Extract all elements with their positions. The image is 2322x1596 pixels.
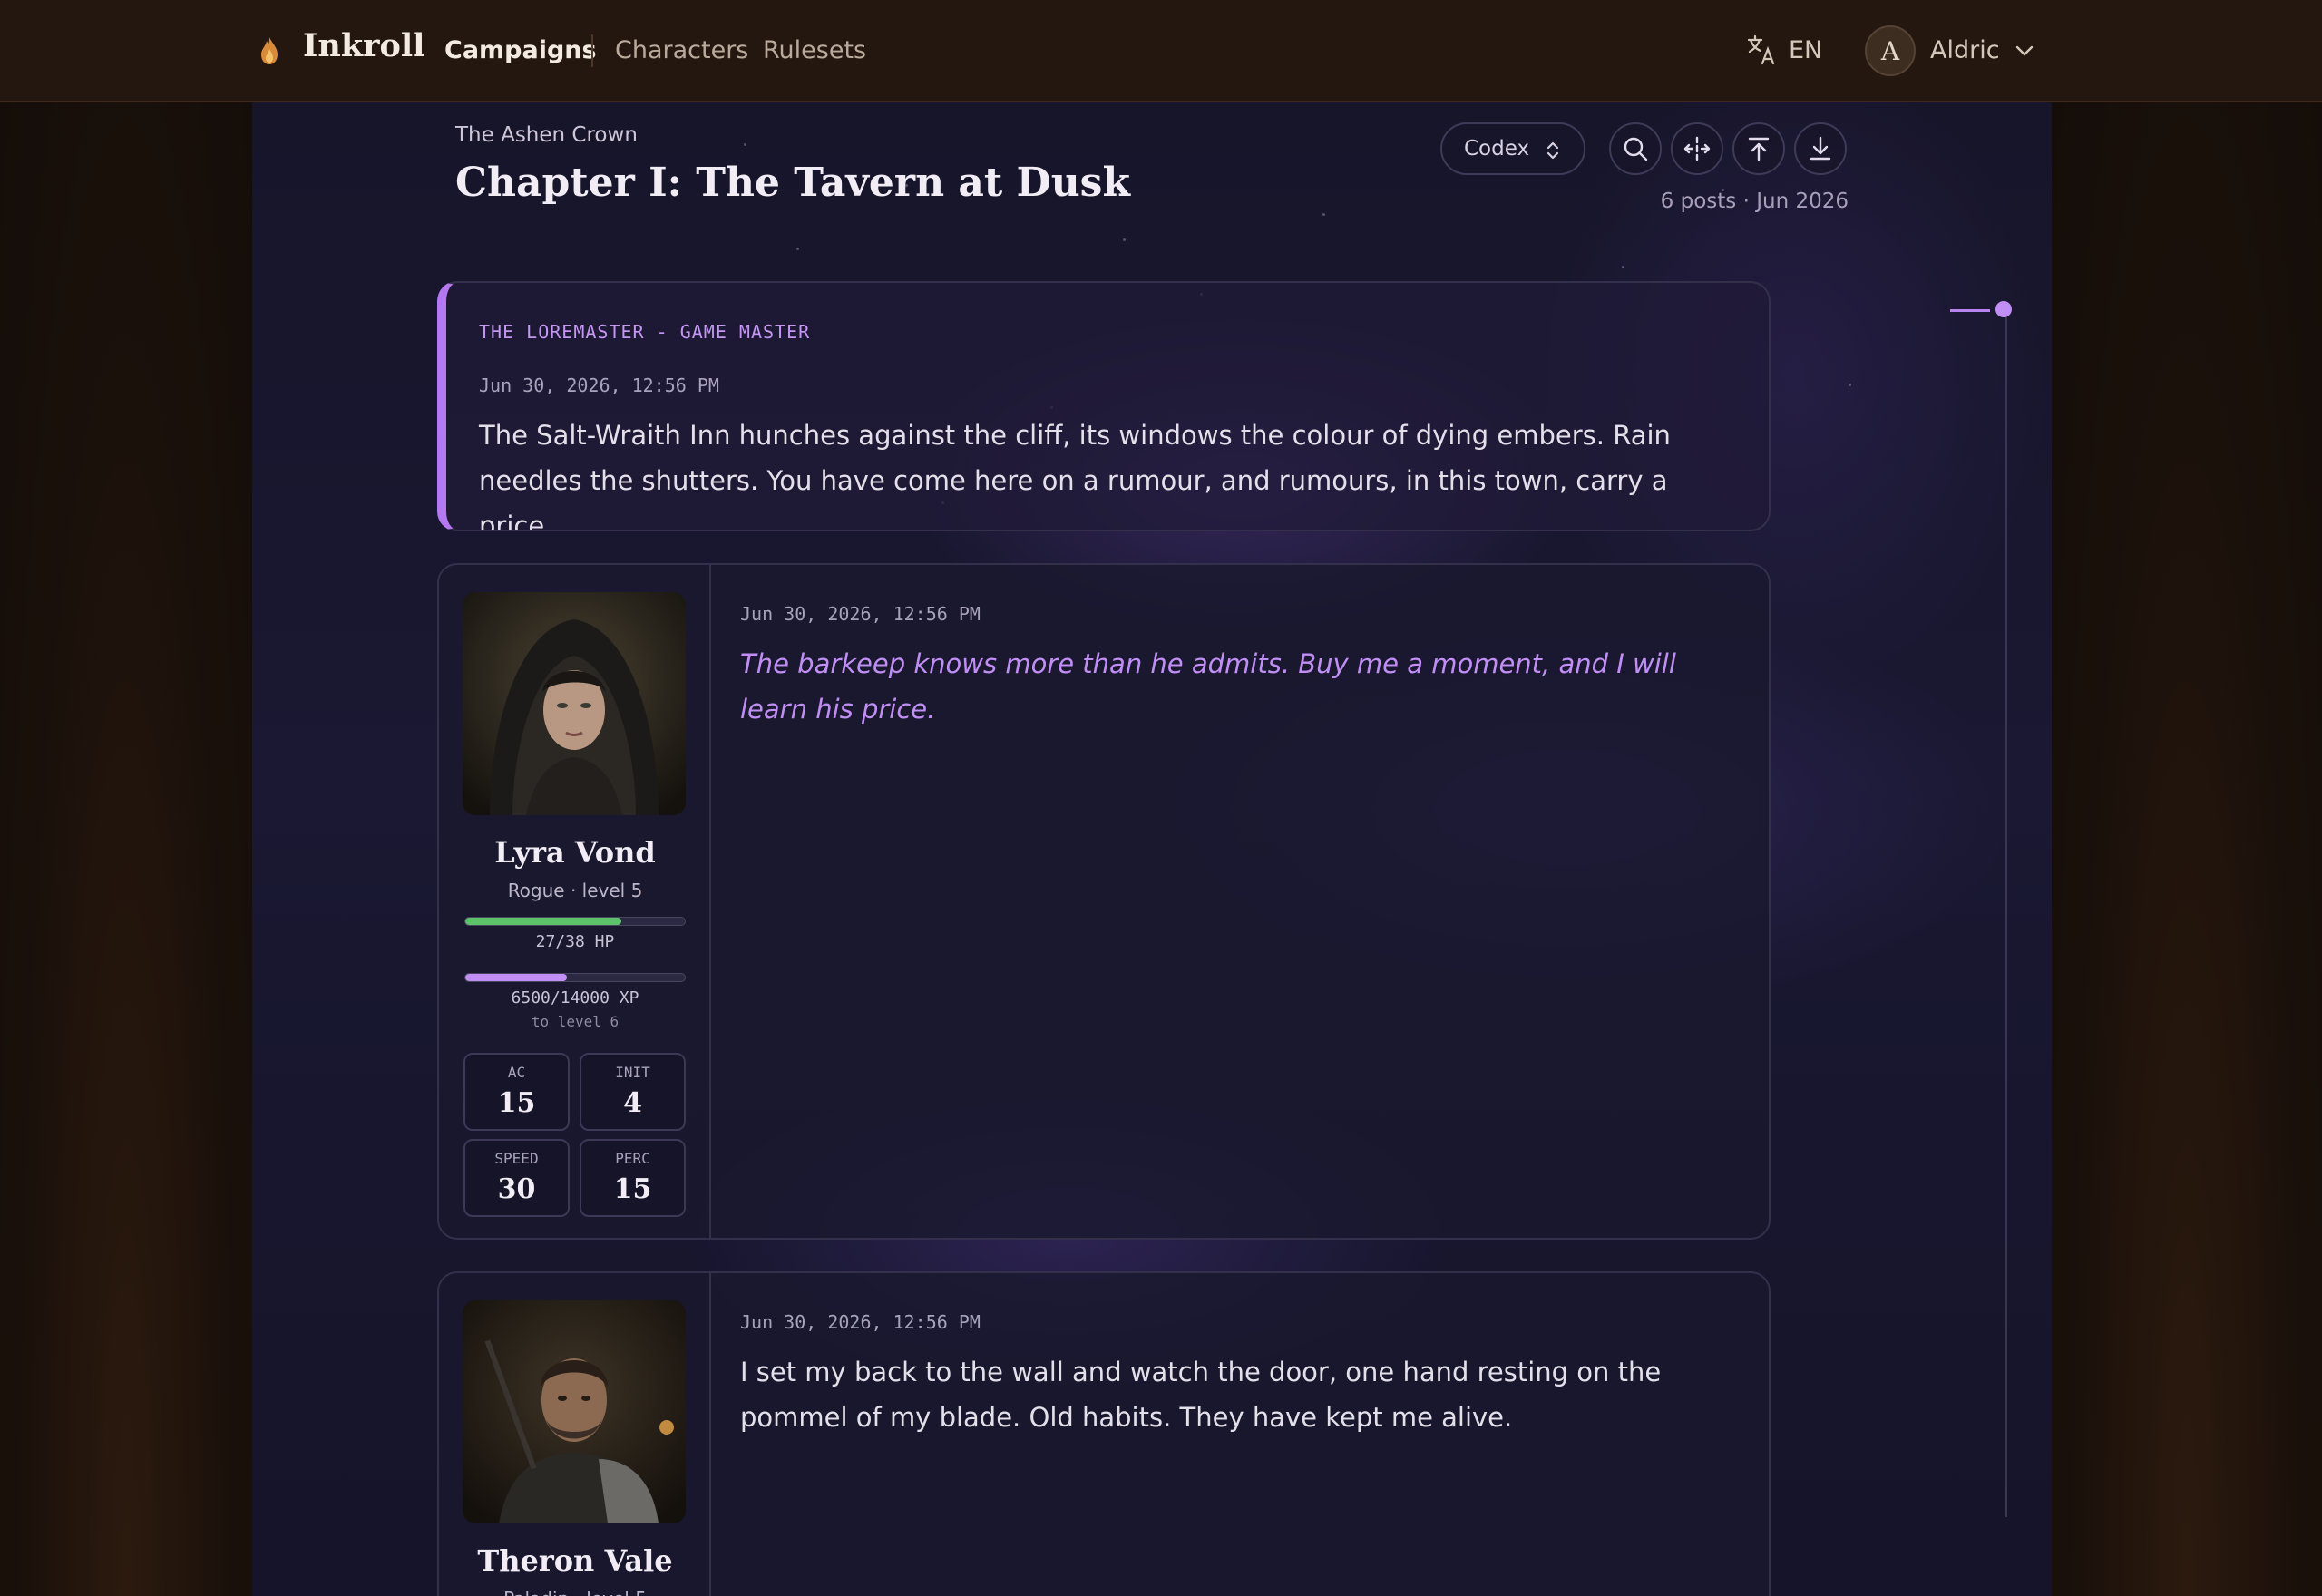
character-portrait[interactable] [463, 1300, 686, 1523]
download-button[interactable] [1794, 122, 1847, 175]
stat-value: 30 [497, 1173, 536, 1205]
page-title: Chapter I: The Tavern at Dusk [455, 160, 1130, 206]
stat-ac: AC 15 [463, 1053, 570, 1131]
post-author: THE LOREMASTER - GAME MASTER [479, 321, 811, 343]
character-post: Lyra Vond Rogue · level 5 27/38 HP 6500/… [437, 563, 1771, 1240]
post-body: The Salt-Wraith Inn hunches against the … [479, 420, 1671, 531]
language-selector[interactable]: EN [1789, 36, 1822, 64]
chapter-view: The Ashen Crown Chapter I: The Tavern at… [252, 102, 2052, 1596]
gm-post: THE LOREMASTER - GAME MASTER Jun 30, 202… [437, 281, 1771, 531]
scroll-top-button[interactable] [1732, 122, 1785, 175]
scroll-top-icon [1748, 137, 1770, 161]
post-body: I set my back to the wall and watch the … [740, 1357, 1662, 1433]
stat-label: AC [507, 1064, 526, 1081]
stat-init: INIT 4 [580, 1053, 686, 1131]
character-card: Lyra Vond Rogue · level 5 27/38 HP 6500/… [439, 565, 711, 1238]
stat-value: 4 [623, 1087, 642, 1119]
top-navigation: Inkroll Campaigns Characters Rulesets EN… [0, 0, 2322, 102]
stat-value: 15 [497, 1087, 536, 1119]
post-timestamp: Jun 30, 2026, 12:56 PM [740, 1311, 981, 1333]
character-card: Theron Vale Paladin · level 5 [439, 1273, 711, 1596]
brand-logo[interactable]: Inkroll [303, 27, 424, 64]
hp-bar-fill [465, 918, 621, 925]
page-background-left [0, 102, 252, 1596]
xp-label: 6500/14000 XP [511, 988, 639, 1007]
page-background-right [2052, 102, 2322, 1596]
download-icon [1810, 136, 1831, 161]
stat-value: 15 [613, 1173, 652, 1205]
stat-perc: PERC 15 [580, 1139, 686, 1217]
timeline-marker [1950, 309, 1990, 312]
translate-icon[interactable] [1747, 34, 1776, 65]
character-class: Rogue · level 5 [507, 880, 643, 901]
view-mode-label: Codex [1464, 137, 1530, 161]
stat-speed: SPEED 30 [463, 1139, 570, 1217]
xp-bar [464, 973, 686, 982]
xp-bar-fill [465, 974, 568, 981]
stat-label: INIT [615, 1064, 650, 1081]
post-timestamp: Jun 30, 2026, 12:56 PM [740, 603, 981, 625]
chapter-meta: 6 posts · Jun 2026 [1660, 190, 1849, 213]
timeline-track[interactable] [2005, 311, 2007, 1517]
hp-label: 27/38 HP [535, 932, 615, 951]
character-portrait[interactable] [463, 592, 686, 815]
nav-campaigns[interactable]: Campaigns [444, 36, 597, 64]
post-body: The barkeep knows more than he admits. B… [740, 648, 1676, 725]
character-class: Paladin · level 5 [439, 1588, 711, 1596]
character-name[interactable]: Lyra Vond [439, 835, 711, 870]
expand-width-button[interactable] [1671, 122, 1723, 175]
search-icon [1624, 137, 1648, 161]
nav-characters[interactable]: Characters [615, 36, 748, 64]
chevron-up-down-icon [1546, 141, 1559, 160]
search-button[interactable] [1609, 122, 1662, 175]
character-post: Theron Vale Paladin · level 5 Jun 30, 20… [437, 1271, 1771, 1596]
expand-horizontal-icon [1683, 136, 1711, 161]
nav-rulesets[interactable]: Rulesets [763, 36, 866, 64]
character-name[interactable]: Theron Vale [439, 1543, 711, 1578]
stat-label: PERC [615, 1150, 650, 1167]
flame-icon [261, 37, 278, 64]
post-timestamp: Jun 30, 2026, 12:56 PM [479, 375, 719, 396]
avatar[interactable]: A [1865, 25, 1916, 76]
view-mode-select[interactable]: Codex [1440, 122, 1585, 175]
xp-sublabel: to level 6 [531, 1013, 620, 1030]
chevron-down-icon[interactable] [2014, 40, 2035, 62]
campaign-breadcrumb[interactable]: The Ashen Crown [455, 123, 638, 147]
hp-bar [464, 917, 686, 926]
timeline-handle[interactable] [1995, 301, 2012, 317]
stat-label: SPEED [494, 1150, 539, 1167]
nav-divider [591, 34, 593, 67]
user-menu-name[interactable]: Aldric [1930, 36, 2000, 64]
